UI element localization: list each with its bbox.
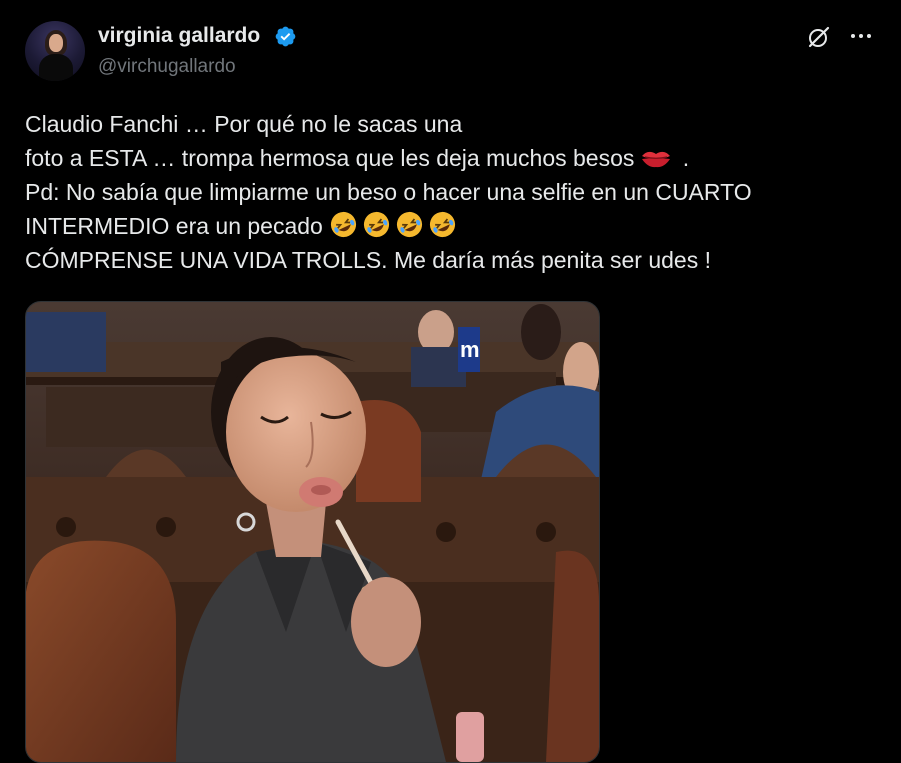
overlay-text: m (460, 337, 480, 362)
kiss-mark-emoji-icon (642, 151, 671, 168)
tweet-line: Pd: No sabía que limpiarme un beso o hac… (25, 179, 752, 205)
handle[interactable]: @virchugallardo (98, 56, 236, 78)
tweet-line-text: foto a ESTA … trompa hermosa que les dej… (25, 145, 635, 171)
rofl-emoji-icon (331, 211, 357, 238)
tweet-text: Claudio Fanchi … Por qué no le sacas una… (25, 107, 885, 277)
tweet-line: foto a ESTA … trompa hermosa que les dej… (25, 141, 885, 175)
avatar-body (39, 54, 73, 81)
rofl-emoji-icon (397, 211, 423, 238)
tweet-line-text: . (676, 145, 690, 171)
more-icon[interactable] (848, 26, 874, 46)
photo-illustration: m (26, 302, 599, 762)
rofl-emoji-icon (430, 211, 456, 238)
tweet-photo[interactable]: m (25, 301, 600, 763)
rofl-emoji-icon (364, 211, 390, 238)
tweet-line-text: INTERMEDIO era un pecado (25, 213, 323, 239)
verified-badge-icon (275, 26, 296, 47)
avatar-face (49, 34, 63, 52)
tweet-line: CÓMPRENSE UNA VIDA TROLLS. Me daría más … (25, 247, 712, 273)
display-name[interactable]: virginia gallardo (98, 24, 260, 48)
tweet-line: INTERMEDIO era un pecado (25, 209, 885, 243)
tweet-line: Claudio Fanchi … Por qué no le sacas una (25, 111, 463, 137)
avatar[interactable] (25, 21, 85, 81)
grok-icon[interactable] (806, 24, 832, 50)
